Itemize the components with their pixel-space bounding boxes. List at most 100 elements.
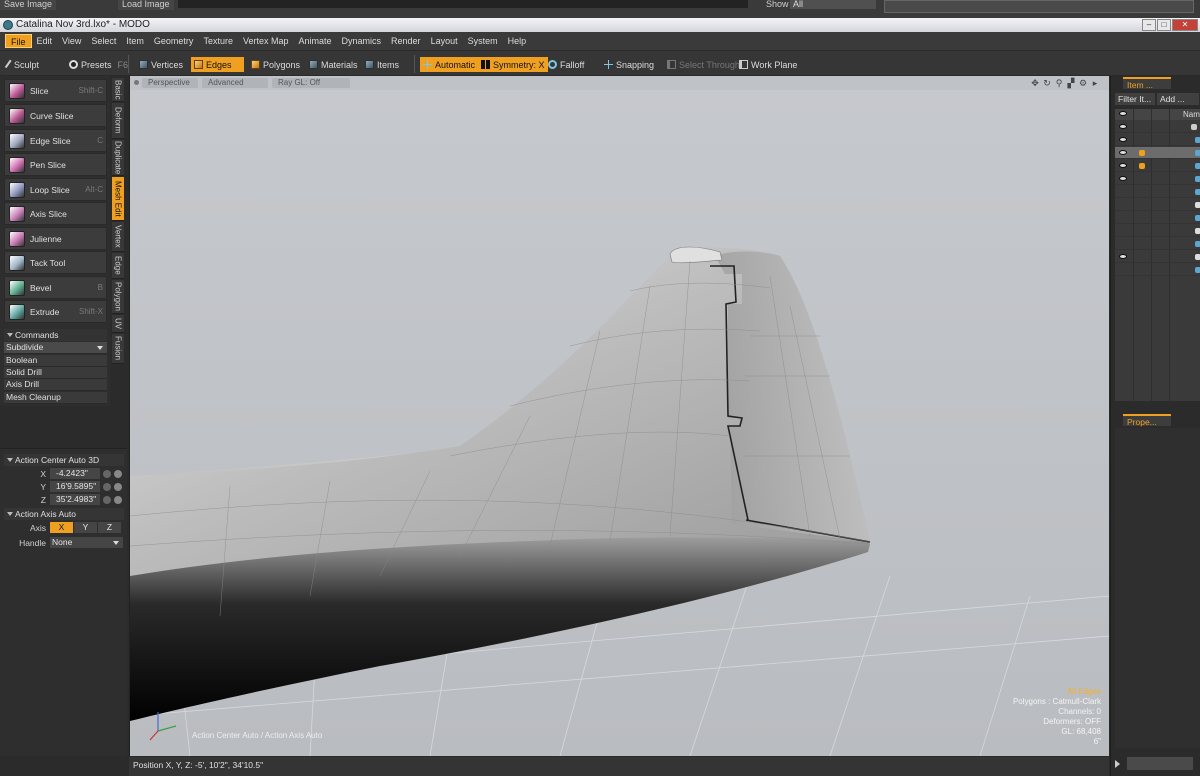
tab-mesh-edit[interactable]: Mesh Edit bbox=[112, 177, 124, 221]
list-item[interactable] bbox=[1115, 212, 1200, 224]
list-item-selected[interactable] bbox=[1115, 147, 1200, 159]
snapping-button[interactable]: Snapping bbox=[601, 57, 657, 72]
viewport-settings-icon[interactable]: ⚙ bbox=[1078, 78, 1088, 88]
menu-file[interactable]: File bbox=[5, 34, 32, 48]
action-center-header[interactable]: Action Center Auto 3D bbox=[4, 454, 124, 466]
tool-bevel[interactable]: Bevel B bbox=[4, 276, 107, 299]
lock-icon[interactable] bbox=[1139, 150, 1145, 156]
tab-vertex[interactable]: Vertex bbox=[112, 222, 124, 252]
raygl-tab[interactable]: Ray GL: Off bbox=[272, 78, 350, 88]
show-select[interactable]: All bbox=[790, 0, 876, 9]
z-field[interactable]: 35'2.4983" bbox=[50, 494, 100, 505]
presets-button[interactable]: Presets F6 bbox=[66, 57, 131, 72]
menu-geometry[interactable]: Geometry bbox=[149, 34, 199, 48]
edges-mode-button[interactable]: Edges bbox=[191, 57, 244, 72]
axis-x-button[interactable]: X bbox=[50, 522, 73, 533]
menu-edit[interactable]: Edit bbox=[32, 34, 58, 48]
materials-mode-button[interactable]: Materials bbox=[306, 57, 361, 72]
lock-icon[interactable] bbox=[1139, 163, 1145, 169]
menu-item[interactable]: Item bbox=[121, 34, 149, 48]
menu-select[interactable]: Select bbox=[86, 34, 121, 48]
subdivide-dropdown[interactable]: Subdivide bbox=[4, 342, 107, 354]
list-item[interactable] bbox=[1115, 121, 1200, 133]
minimize-button[interactable]: – bbox=[1142, 19, 1156, 31]
add-item-button[interactable]: Add ... bbox=[1157, 93, 1199, 105]
axis-drill-command[interactable]: Axis Drill bbox=[4, 379, 107, 391]
solid-drill-command[interactable]: Solid Drill bbox=[4, 367, 107, 379]
boolean-command[interactable]: Boolean bbox=[4, 355, 107, 367]
mesh-cleanup-command[interactable]: Mesh Cleanup bbox=[4, 392, 107, 404]
menu-system[interactable]: System bbox=[463, 34, 503, 48]
eye-icon[interactable] bbox=[1119, 163, 1127, 168]
menu-layout[interactable]: Layout bbox=[426, 34, 463, 48]
axis-y-button[interactable]: Y bbox=[74, 522, 97, 533]
y-field[interactable]: 16'9.5895" bbox=[50, 481, 100, 492]
link-icon[interactable] bbox=[114, 483, 122, 491]
work-plane-button[interactable]: Work Plane bbox=[736, 57, 800, 72]
tab-polygon[interactable]: Polygon bbox=[112, 280, 124, 314]
name-column-header[interactable]: Name bbox=[1183, 109, 1200, 120]
load-image-button[interactable]: Load Image bbox=[118, 0, 174, 10]
close-button[interactable]: ✕ bbox=[1172, 19, 1198, 31]
tab-deform[interactable]: Deform bbox=[112, 103, 124, 139]
save-image-button[interactable]: Save Image bbox=[0, 0, 57, 10]
reset-icon[interactable] bbox=[103, 496, 111, 504]
menu-texture[interactable]: Texture bbox=[198, 34, 238, 48]
link-icon[interactable] bbox=[114, 496, 122, 504]
x-field[interactable]: -4.2423" bbox=[50, 468, 100, 479]
list-item[interactable] bbox=[1115, 160, 1200, 172]
tab-edge[interactable]: Edge bbox=[112, 253, 124, 279]
tool-loop-slice[interactable]: Loop Slice Alt-C bbox=[4, 178, 107, 201]
list-item[interactable] bbox=[1115, 173, 1200, 185]
polygons-mode-button[interactable]: Polygons bbox=[248, 57, 303, 72]
eye-icon[interactable] bbox=[1119, 254, 1127, 259]
falloff-button[interactable]: Falloff bbox=[545, 57, 587, 72]
action-axis-header[interactable]: Action Axis Auto bbox=[4, 508, 124, 520]
sculpt-button[interactable]: Sculpt bbox=[4, 57, 42, 72]
rotate-icon[interactable]: ↻ bbox=[1042, 78, 1052, 88]
tab-duplicate[interactable]: Duplicate bbox=[112, 140, 124, 176]
link-icon[interactable] bbox=[114, 470, 122, 478]
eye-icon[interactable] bbox=[1119, 150, 1127, 155]
tool-slice[interactable]: Slice Shift-C bbox=[4, 79, 107, 102]
list-item[interactable] bbox=[1115, 251, 1200, 263]
vertices-mode-button[interactable]: Vertices bbox=[136, 57, 186, 72]
reset-icon[interactable] bbox=[103, 470, 111, 478]
list-item[interactable] bbox=[1115, 238, 1200, 250]
items-mode-button[interactable]: Items bbox=[362, 57, 402, 72]
menu-view[interactable]: View bbox=[57, 34, 86, 48]
viewport-render[interactable] bbox=[130, 76, 1109, 756]
tool-edge-slice[interactable]: Edge Slice C bbox=[4, 129, 107, 152]
advanced-tab[interactable]: Advanced bbox=[202, 78, 268, 88]
menu-help[interactable]: Help bbox=[503, 34, 532, 48]
expand-icon[interactable]: ▸ bbox=[1090, 78, 1100, 88]
filter-items-button[interactable]: Filter It... bbox=[1115, 93, 1155, 105]
select-through-button[interactable]: Select Through bbox=[664, 57, 743, 72]
properties-tab[interactable]: Prope... bbox=[1123, 414, 1171, 427]
eye-icon[interactable] bbox=[1119, 137, 1127, 142]
reset-icon[interactable] bbox=[103, 483, 111, 491]
menu-dynamics[interactable]: Dynamics bbox=[337, 34, 387, 48]
tool-axis-slice[interactable]: Axis Slice bbox=[4, 202, 107, 225]
list-item[interactable] bbox=[1115, 225, 1200, 237]
tab-basic[interactable]: Basic bbox=[112, 78, 124, 102]
pan-icon[interactable]: ✥ bbox=[1030, 78, 1040, 88]
maximize-button[interactable]: □ bbox=[1157, 19, 1171, 31]
commands-header[interactable]: Commands bbox=[4, 329, 107, 341]
tool-julienne[interactable]: Julienne bbox=[4, 227, 107, 250]
tab-fusion[interactable]: Fusion bbox=[112, 334, 124, 364]
item-list-tab[interactable]: Item ... bbox=[1123, 77, 1171, 90]
perspective-tab[interactable]: Perspective bbox=[142, 78, 198, 88]
expand-arrow-icon[interactable] bbox=[1115, 760, 1120, 768]
list-item[interactable] bbox=[1115, 134, 1200, 146]
eye-icon[interactable] bbox=[1119, 176, 1127, 181]
tab-uv[interactable]: UV bbox=[112, 315, 124, 333]
list-item[interactable] bbox=[1115, 264, 1200, 276]
tool-curve-slice[interactable]: Curve Slice bbox=[4, 104, 107, 127]
list-item[interactable] bbox=[1115, 199, 1200, 211]
visibility-column-icon[interactable] bbox=[1119, 111, 1127, 116]
viewport-menu-dot[interactable] bbox=[134, 80, 139, 85]
menu-render[interactable]: Render bbox=[386, 34, 426, 48]
list-item[interactable] bbox=[1115, 186, 1200, 198]
eye-icon[interactable] bbox=[1119, 124, 1127, 129]
